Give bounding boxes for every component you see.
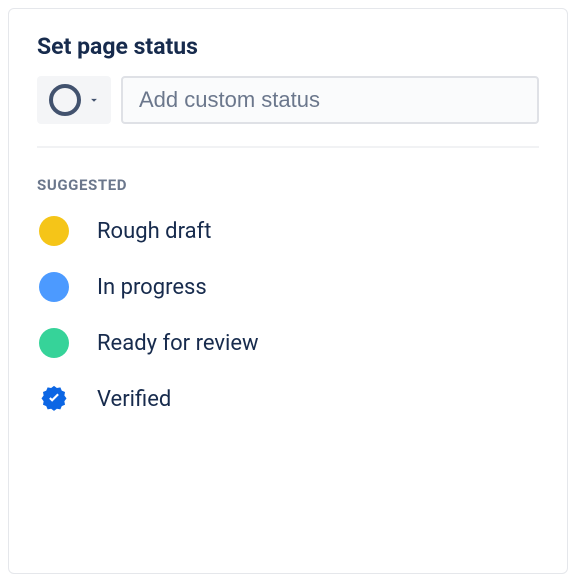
status-label: Rough draft — [97, 219, 211, 244]
status-dot-icon — [39, 216, 69, 246]
status-item-verified[interactable]: Verified — [37, 384, 539, 414]
card-title: Set page status — [37, 33, 539, 60]
status-dot-icon — [39, 272, 69, 302]
status-label: In progress — [97, 275, 207, 300]
chevron-down-icon — [87, 93, 101, 107]
status-item-in-progress[interactable]: In progress — [37, 272, 539, 302]
status-item-rough-draft[interactable]: Rough draft — [37, 216, 539, 246]
status-card: Set page status SUGGESTED Rough draft In… — [8, 8, 568, 574]
status-item-ready-for-review[interactable]: Ready for review — [37, 328, 539, 358]
status-list: Rough draft In progress Ready for review… — [37, 216, 539, 414]
color-circle-icon — [49, 84, 81, 116]
status-label: Ready for review — [97, 331, 259, 356]
color-picker-button[interactable] — [37, 76, 111, 124]
suggested-heading: SUGGESTED — [37, 176, 539, 194]
verified-badge-icon — [39, 384, 69, 414]
status-label: Verified — [97, 387, 171, 412]
status-dot-icon — [39, 328, 69, 358]
custom-status-input[interactable] — [121, 76, 539, 124]
input-row — [37, 76, 539, 148]
